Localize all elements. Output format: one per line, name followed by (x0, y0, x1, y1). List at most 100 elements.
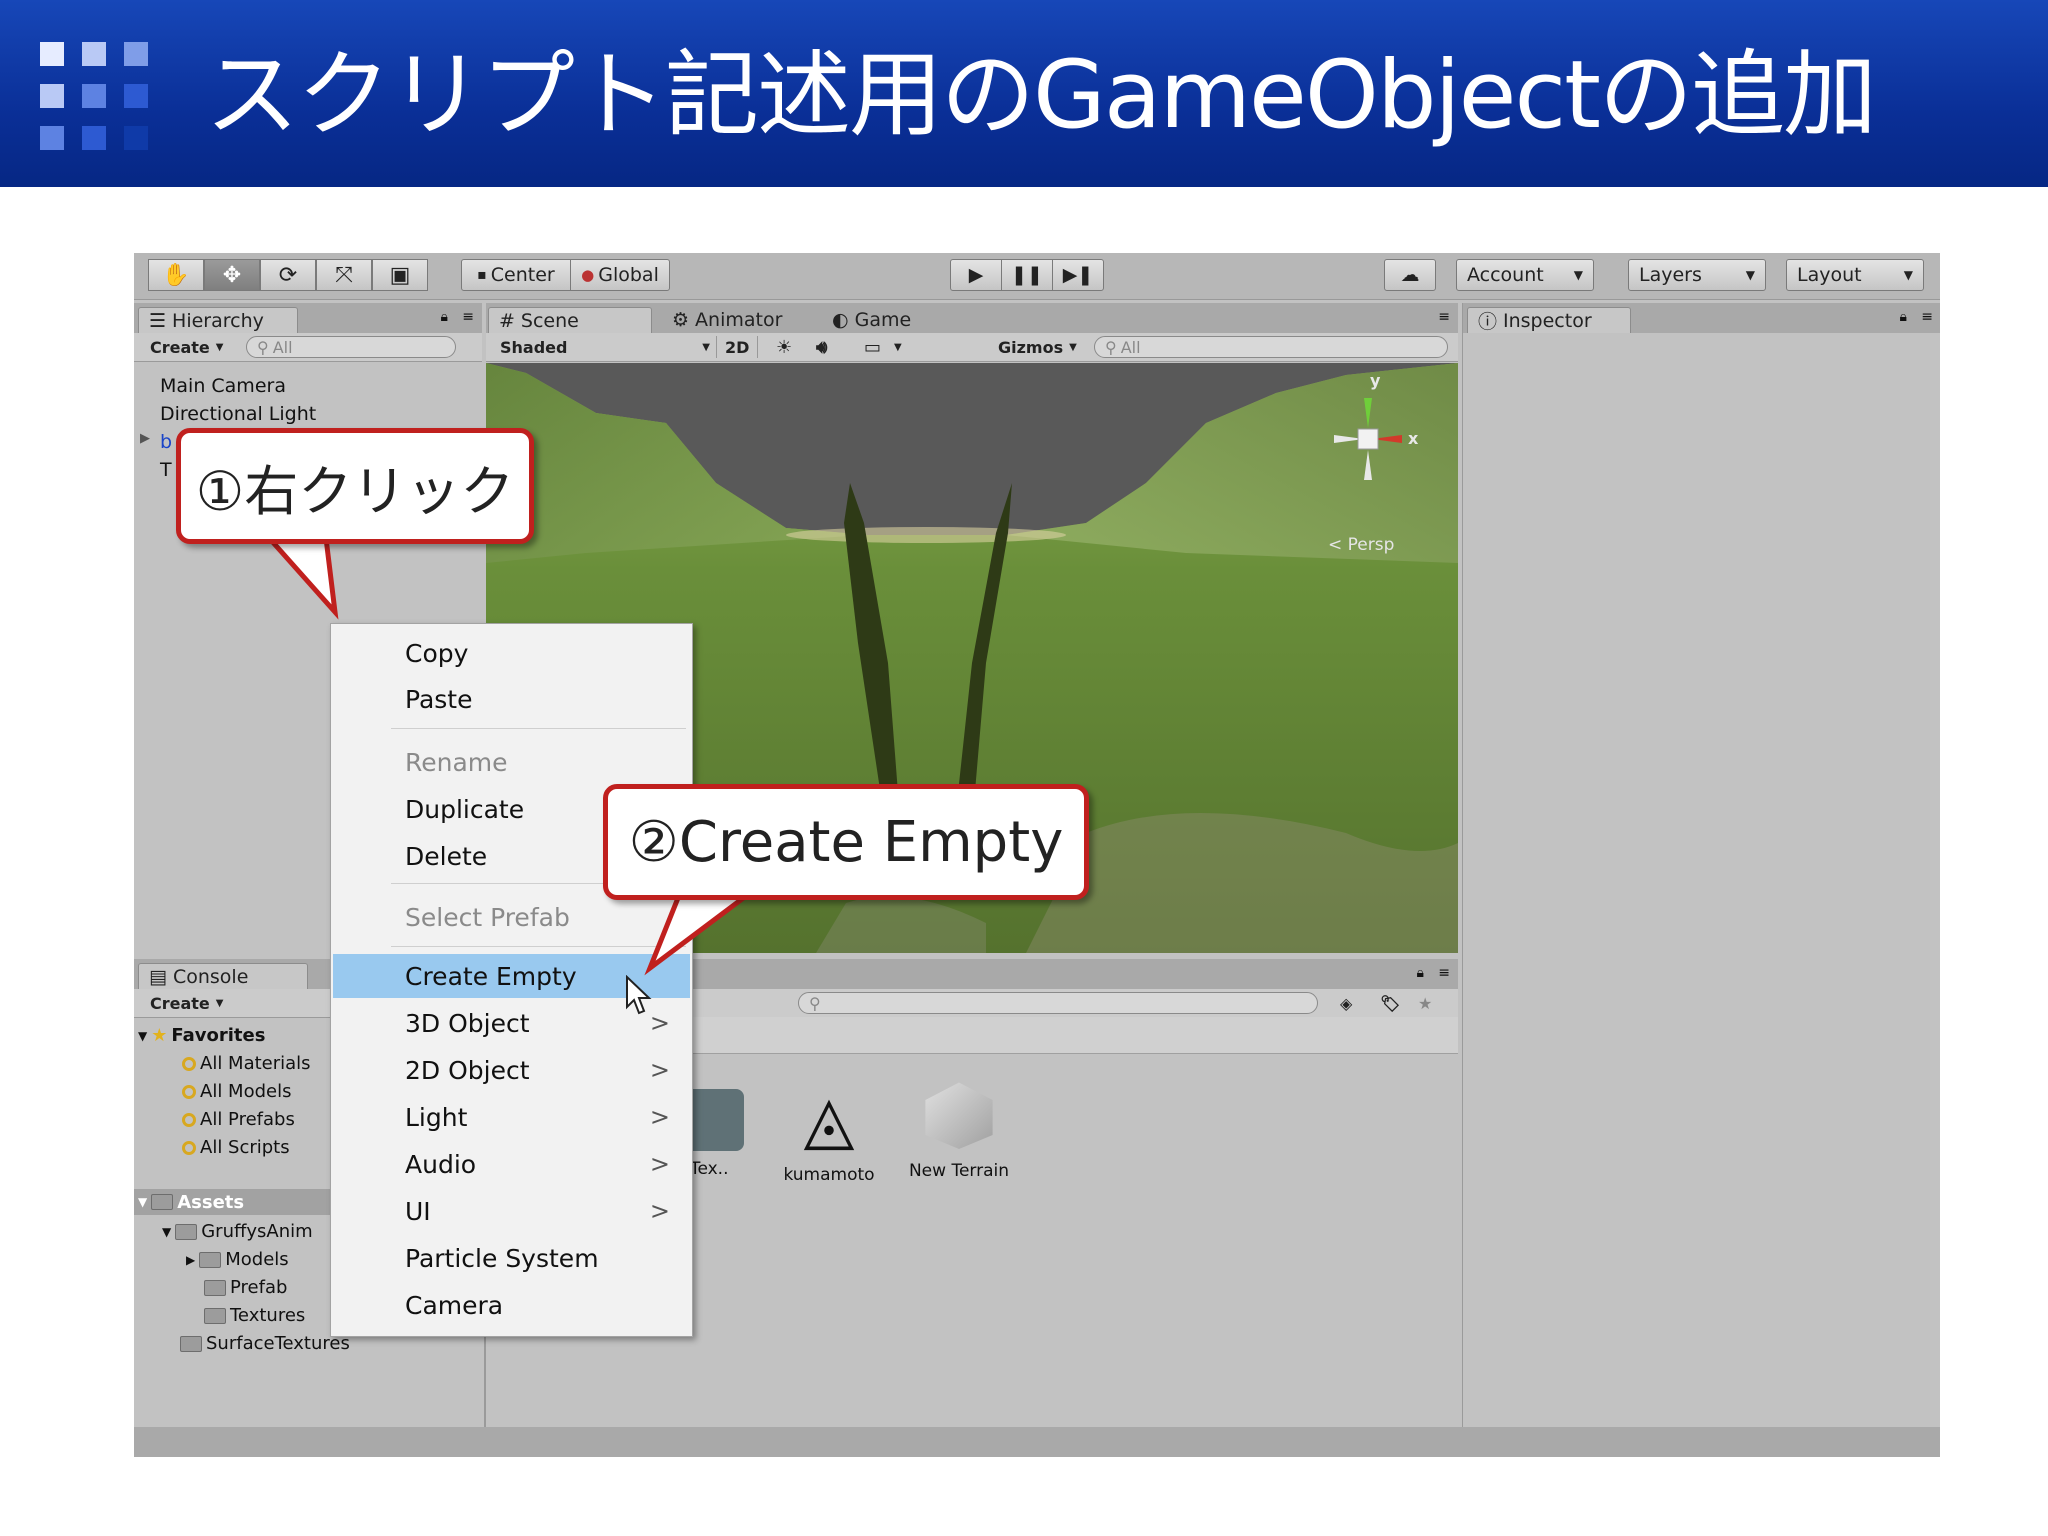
favorite-item[interactable]: All Models (182, 1081, 291, 1102)
panel-menu-icon[interactable]: ≡ (1438, 309, 1450, 325)
lighting-toggle-icon[interactable]: ☀ (776, 336, 792, 358)
callout-right-click-text: ①右クリック (195, 459, 515, 523)
menu-separator (391, 946, 686, 947)
folder-icon (175, 1223, 198, 1240)
asset-tile[interactable]: New Terrain (894, 1079, 1024, 1181)
favorite-item[interactable]: All Scripts (182, 1137, 290, 1158)
tab-hierarchy-label: Hierarchy (172, 309, 264, 332)
play-icon: ▶ (968, 264, 984, 286)
favorite-item[interactable]: All Prefabs (182, 1109, 295, 1130)
gizmos-dropdown[interactable]: Gizmos ▼ (998, 336, 1077, 358)
project-search-input[interactable]: ⚲ (798, 992, 1318, 1014)
menu-item-particle-system[interactable]: Particle System (333, 1236, 690, 1280)
hierarchy-tabbar: ☰ Hierarchy 🔒︎ ≡ (134, 303, 482, 333)
tab-console-label: Console (172, 965, 249, 988)
saved-search-icon (182, 1112, 196, 1127)
account-dropdown[interactable]: Account ▼ (1456, 259, 1594, 291)
step-icon: ▶❚ (1062, 264, 1094, 286)
pivot-global-button[interactable]: ● Global (570, 259, 670, 291)
gizmos-label: Gizmos (998, 337, 1064, 357)
scale-tool-icon[interactable]: ⤧ (316, 259, 372, 291)
console-icon: ▤ (149, 965, 167, 988)
tab-console[interactable]: ▤ Console (138, 963, 308, 989)
layout-label: Layout (1797, 264, 1862, 286)
project-create-button[interactable]: Create ▼ (150, 992, 223, 1014)
folder-item[interactable]: ▶ Models (186, 1249, 289, 1270)
menu-item-audio[interactable]: Audio > (333, 1142, 690, 1186)
favorites-group[interactable]: ▼ ★ Favorites (138, 1025, 265, 1046)
tab-inspector[interactable]: ⓘ Inspector (1467, 307, 1631, 333)
favorite-star-icon[interactable]: ★ (1418, 992, 1432, 1014)
inspector-panel: ⓘ Inspector 🔒︎ ≡ (1462, 303, 1940, 1457)
hierarchy-item-directional-light[interactable]: Directional Light (160, 403, 316, 425)
filter-label-icon[interactable]: 🏷︎ (1380, 992, 1400, 1014)
folder-item[interactable]: ▼ GruffysAnim (162, 1221, 313, 1242)
dropdown-arrow-icon[interactable]: ▼ (894, 336, 902, 358)
transform-tools: ✋ ✥ ⟳ ⤧ ▣ (148, 259, 428, 291)
play-button[interactable]: ▶ (950, 259, 1002, 291)
rect-tool-icon[interactable]: ▣ (372, 259, 428, 291)
panel-menu-icon[interactable]: ≡ (1921, 309, 1933, 325)
dropdown-arrow-icon: ▼ (215, 997, 224, 1009)
menu-item-light[interactable]: Light > (333, 1095, 690, 1139)
logo-squares-icon (40, 42, 148, 150)
lock-icon[interactable]: 🔒︎ (441, 309, 448, 325)
mode-2d-toggle[interactable]: 2D (716, 336, 759, 358)
menu-item-2d-object[interactable]: 2D Object > (333, 1048, 690, 1092)
hierarchy-create-button[interactable]: Create ▼ (150, 336, 223, 358)
pivot-center-button[interactable]: ▪ Center (461, 259, 571, 291)
account-label: Account (1467, 264, 1544, 286)
tab-animator[interactable]: ⚙ Animator (662, 307, 792, 333)
shading-dropdown[interactable]: Shaded ▼ (500, 336, 710, 358)
hierarchy-item-terrain[interactable]: T (160, 459, 172, 481)
search-icon: ⚲ (257, 337, 269, 357)
expand-arrow-icon[interactable]: ▶ (140, 431, 150, 446)
tab-hierarchy[interactable]: ☰ Hierarchy (138, 307, 298, 333)
folder-item[interactable]: SurfaceTextures (180, 1333, 350, 1354)
favorites-label: Favorites (171, 1025, 266, 1046)
lock-icon[interactable]: 🔒︎ (1417, 965, 1424, 981)
menu-item-ui[interactable]: UI > (333, 1189, 690, 1233)
effects-toggle-icon[interactable]: ▭ (864, 336, 881, 358)
hierarchy-item-main-camera[interactable]: Main Camera (160, 375, 286, 397)
scene-search-input[interactable]: ⚲ All (1094, 336, 1448, 358)
lock-icon[interactable]: 🔒︎ (1900, 309, 1907, 325)
pause-button[interactable]: ❚❚ (1001, 259, 1053, 291)
hierarchy-search-input[interactable]: ⚲ All (246, 336, 456, 358)
menu-item-label: 2D Object (405, 1055, 530, 1085)
favorite-label: All Materials (200, 1053, 311, 1074)
menu-item-paste[interactable]: Paste (333, 677, 690, 721)
persp-label[interactable]: < Persp (1328, 535, 1394, 555)
menu-item-camera[interactable]: Camera (333, 1283, 690, 1327)
menu-item-label: Create Empty (405, 961, 577, 991)
hierarchy-item-prefab[interactable]: b (160, 431, 172, 453)
folder-label: SurfaceTextures (206, 1333, 350, 1354)
filter-type-icon[interactable]: ◈ (1340, 992, 1352, 1014)
asset-tile[interactable]: ◬ kumamoto (774, 1079, 884, 1185)
scene-subbar: Shaded ▼ 2D ☀ 🔊︎ ▭ ▼ Gizmos ▼ ⚲ All (486, 333, 1458, 362)
cloud-button[interactable]: ☁ (1384, 259, 1436, 291)
folder-item[interactable]: Prefab (204, 1277, 287, 1298)
mode-2d-label: 2D (725, 337, 750, 357)
mouse-cursor-icon (626, 975, 652, 1015)
layers-dropdown[interactable]: Layers ▼ (1628, 259, 1766, 291)
tab-scene[interactable]: # Scene (488, 307, 652, 333)
hand-tool-icon[interactable]: ✋ (148, 259, 204, 291)
assets-group[interactable]: ▼ Assets (134, 1189, 334, 1215)
layout-dropdown[interactable]: Layout ▼ (1786, 259, 1924, 291)
audio-toggle-icon[interactable]: 🔊︎ (816, 336, 827, 358)
menu-item-label: UI (405, 1196, 431, 1226)
rotate-tool-icon[interactable]: ⟳ (260, 259, 316, 291)
tab-game[interactable]: ◐ Game (822, 307, 921, 333)
panel-menu-icon[interactable]: ≡ (1438, 965, 1450, 981)
panel-menu-icon[interactable]: ≡ (462, 309, 474, 325)
favorite-item[interactable]: All Materials (182, 1053, 311, 1074)
saved-search-icon (182, 1084, 196, 1099)
dropdown-arrow-icon: ▼ (1573, 268, 1583, 282)
menu-item-label: Audio (405, 1149, 477, 1179)
folder-label: GruffysAnim (201, 1221, 313, 1242)
menu-item-copy[interactable]: Copy (333, 631, 690, 675)
folder-item[interactable]: Textures (204, 1305, 305, 1326)
move-tool-icon[interactable]: ✥ (204, 259, 260, 291)
step-button[interactable]: ▶❚ (1052, 259, 1104, 291)
